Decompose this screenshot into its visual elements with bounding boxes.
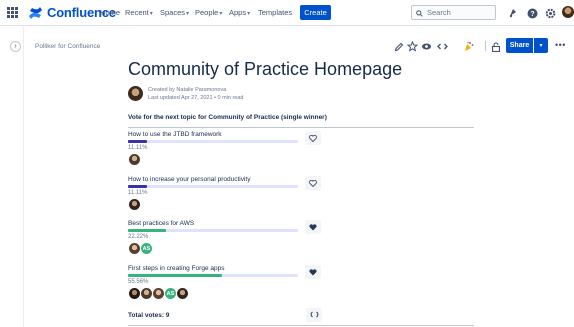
notifications-icon[interactable]: [507, 7, 519, 19]
confluence-logo-icon: [28, 6, 43, 20]
poll-option-percent: 11.11%: [128, 145, 148, 151]
confetti-icon[interactable]: [463, 41, 474, 52]
nav-home[interactable]: Home: [100, 8, 120, 17]
poll-option-bar-fill: [128, 274, 222, 277]
star-icon[interactable]: [407, 41, 418, 52]
code-icon[interactable]: [437, 41, 448, 52]
heart-filled-icon: [309, 218, 317, 236]
poll-option-label: Best practices for AWS: [128, 220, 195, 227]
watch-icon[interactable]: [421, 41, 432, 52]
chevron-down-icon: ▾: [186, 11, 190, 17]
voter-avatars: [128, 198, 141, 211]
poll-option-bar-fill: [128, 140, 147, 143]
last-updated: Last updated Apr 27, 2021 • 0 min read: [148, 95, 244, 101]
nav-spaces-label: Spaces: [160, 8, 186, 17]
share-button[interactable]: Share: [506, 38, 533, 53]
voter-avatars: AS: [128, 242, 153, 255]
nav-spaces[interactable]: Spaces▾: [160, 8, 189, 17]
vote-button[interactable]: [305, 131, 321, 145]
refresh-button[interactable]: [306, 308, 322, 322]
chevron-down-icon: ▾: [247, 11, 251, 17]
total-votes: Total votes: 9: [128, 312, 170, 319]
restrictions-icon[interactable]: [490, 41, 501, 52]
voter-avatar[interactable]: [128, 198, 141, 211]
chevron-down-icon: ▾: [149, 11, 153, 17]
chevron-down-icon: ▾: [539, 43, 543, 49]
poll-option-label: How to increase your personal productivi…: [128, 176, 251, 183]
poll-option-bar: [128, 229, 298, 232]
poll-option-bar-fill: [128, 229, 166, 232]
poll-option-bar: [128, 185, 298, 188]
nav-recent-label: Recent: [125, 8, 149, 17]
poll-option-label: How to use the JTBD framework: [128, 131, 222, 138]
nav-apps-label: Apps: [229, 8, 247, 17]
chevron-down-icon: ▾: [219, 11, 223, 17]
voter-avatars: [128, 153, 141, 166]
refresh-icon: [310, 306, 319, 324]
search-icon: [416, 4, 423, 22]
sidebar-rail: [0, 27, 24, 327]
vote-button[interactable]: [305, 265, 321, 279]
poll-option-label: First steps in creating Forge apps: [128, 265, 225, 272]
app-switcher-icon[interactable]: [7, 7, 18, 18]
nav-templates-label: Templates: [258, 8, 293, 17]
poll-option-percent: 22.22%: [128, 234, 149, 240]
toolbar-divider: [485, 41, 486, 51]
heart-filled-icon: [309, 263, 317, 281]
poll-option-percent: 55.56%: [128, 279, 149, 285]
top-navigation: Confluence Home Recent▾ Spaces▾ People▾ …: [0, 0, 574, 26]
share-options-button[interactable]: ▾: [534, 38, 548, 53]
profile-avatar[interactable]: [562, 6, 574, 18]
svg-text:?: ?: [530, 11, 534, 18]
voter-avatar[interactable]: AS: [140, 242, 153, 255]
created-by: Created by Natalie Paramonova: [148, 87, 227, 93]
voter-avatar[interactable]: [128, 153, 141, 166]
create-button[interactable]: Create: [300, 5, 331, 20]
settings-icon[interactable]: [544, 7, 556, 19]
poll-option-bar: [128, 274, 298, 277]
nav-people[interactable]: People▾: [195, 8, 222, 17]
heart-outline-icon: [309, 129, 317, 147]
help-icon[interactable]: ?: [526, 7, 538, 19]
voter-avatar[interactable]: [176, 287, 189, 300]
poll-question: Vote for the next topic for Community of…: [128, 114, 327, 121]
search-input[interactable]: Search: [411, 5, 496, 20]
breadcrumb[interactable]: Polliker for Confluence: [35, 43, 100, 50]
vote-button[interactable]: [305, 176, 321, 190]
vote-button[interactable]: [305, 220, 321, 234]
author-avatar[interactable]: [128, 86, 143, 101]
nav-people-label: People: [195, 8, 219, 17]
poll-option-bar-fill: [128, 185, 147, 188]
page-title: Community of Practice Homepage: [128, 59, 403, 79]
nav-recent[interactable]: Recent▾: [125, 8, 153, 17]
chevron-right-icon: ›: [14, 43, 17, 50]
poll-option-bar: [128, 140, 298, 143]
nav-home-label: Home: [100, 8, 121, 17]
voter-avatars: AS: [128, 287, 189, 300]
more-icon[interactable]: •••: [555, 40, 566, 50]
edit-icon[interactable]: [393, 41, 404, 52]
poll-option-percent: 11.11%: [128, 190, 148, 196]
expand-sidebar-button[interactable]: ›: [10, 41, 21, 52]
search-placeholder: Search: [427, 8, 451, 17]
heart-outline-icon: [309, 174, 317, 192]
nav-apps[interactable]: Apps▾: [229, 8, 250, 17]
nav-templates[interactable]: Templates: [258, 8, 292, 17]
poll-divider: [128, 127, 474, 128]
poll-bottom-divider: [128, 325, 474, 326]
